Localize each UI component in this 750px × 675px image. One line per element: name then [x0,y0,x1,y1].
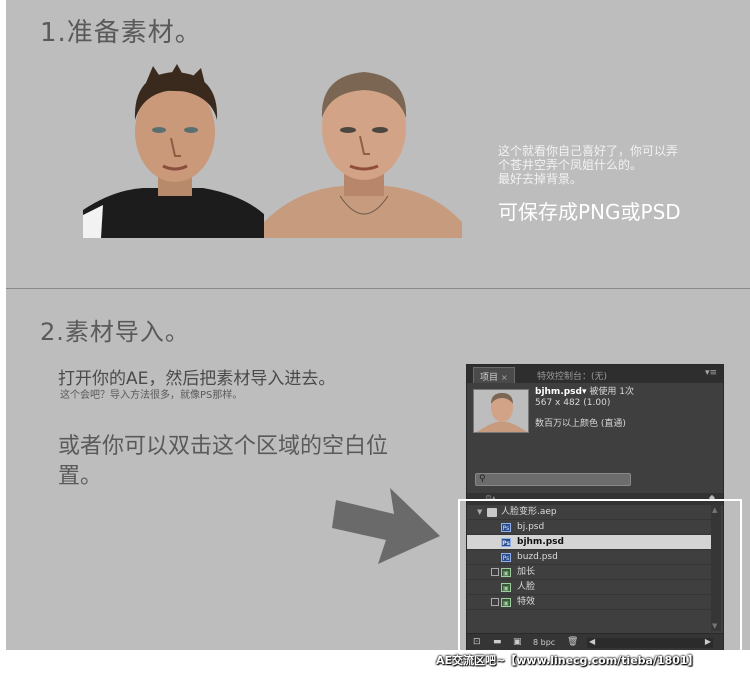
section-divider [6,288,750,289]
section1-title: 1.准备素材。 [40,18,202,48]
material-note: 这个就看你自己喜好了，你可以弄 个苍井空弄个凤姐什么的。 最好去掉背景。 [498,144,738,186]
note-line-2: 个苍井空弄个凤姐什么的。 [498,158,643,172]
footer-watermark: AE交流区吧~【www.linecg.com/tieba/1801】 [436,654,699,667]
search-icon: ⚲ [479,474,486,484]
save-format-note: 可保存成PNG或PSD [498,200,681,224]
footage-thumbnail [473,389,529,433]
panel-tab-bar: 项目 × 特效控制台：(无) ▾≡ [467,365,723,383]
portrait-1 [83,60,265,238]
tab-project[interactable]: 项目 × [473,367,515,383]
import-hint: 这个会吧？导入方法很多，就像PS那样。 [60,390,243,401]
footage-name[interactable]: bjhm.psd▾ [535,387,587,397]
note-line-1: 这个就看你自己喜好了，你可以弄 [498,144,679,158]
portrait-2 [264,62,462,238]
pointer-arrow-icon [332,488,440,564]
footage-colors: 数百万以上颜色 (直通) [535,419,626,429]
close-icon[interactable]: × [501,373,508,382]
panel-menu-icon[interactable]: ▾≡ [705,368,717,378]
footage-info: bjhm.psd▾ 被使用 1次 567 x 482 (1.00) 数百万以上颜… [535,387,634,430]
footage-usage: 被使用 1次 [589,387,634,397]
highlight-frame [458,499,742,655]
footage-dimensions: 567 x 482 (1.00) [535,398,611,408]
tutorial-canvas: 1.准备素材。 这个就看你自己喜好了，你可以弄 个苍井空弄个凤姐什么的。 最好去… [6,0,750,675]
note-line-3: 最好去掉背景。 [498,172,583,186]
section2-title: 2.素材导入。 [40,318,190,346]
project-search-input[interactable]: ⚲ [475,473,631,486]
tab-effect-controls[interactable]: 特效控制台：(无) [531,367,613,383]
tab-project-label: 项目 [480,373,499,383]
